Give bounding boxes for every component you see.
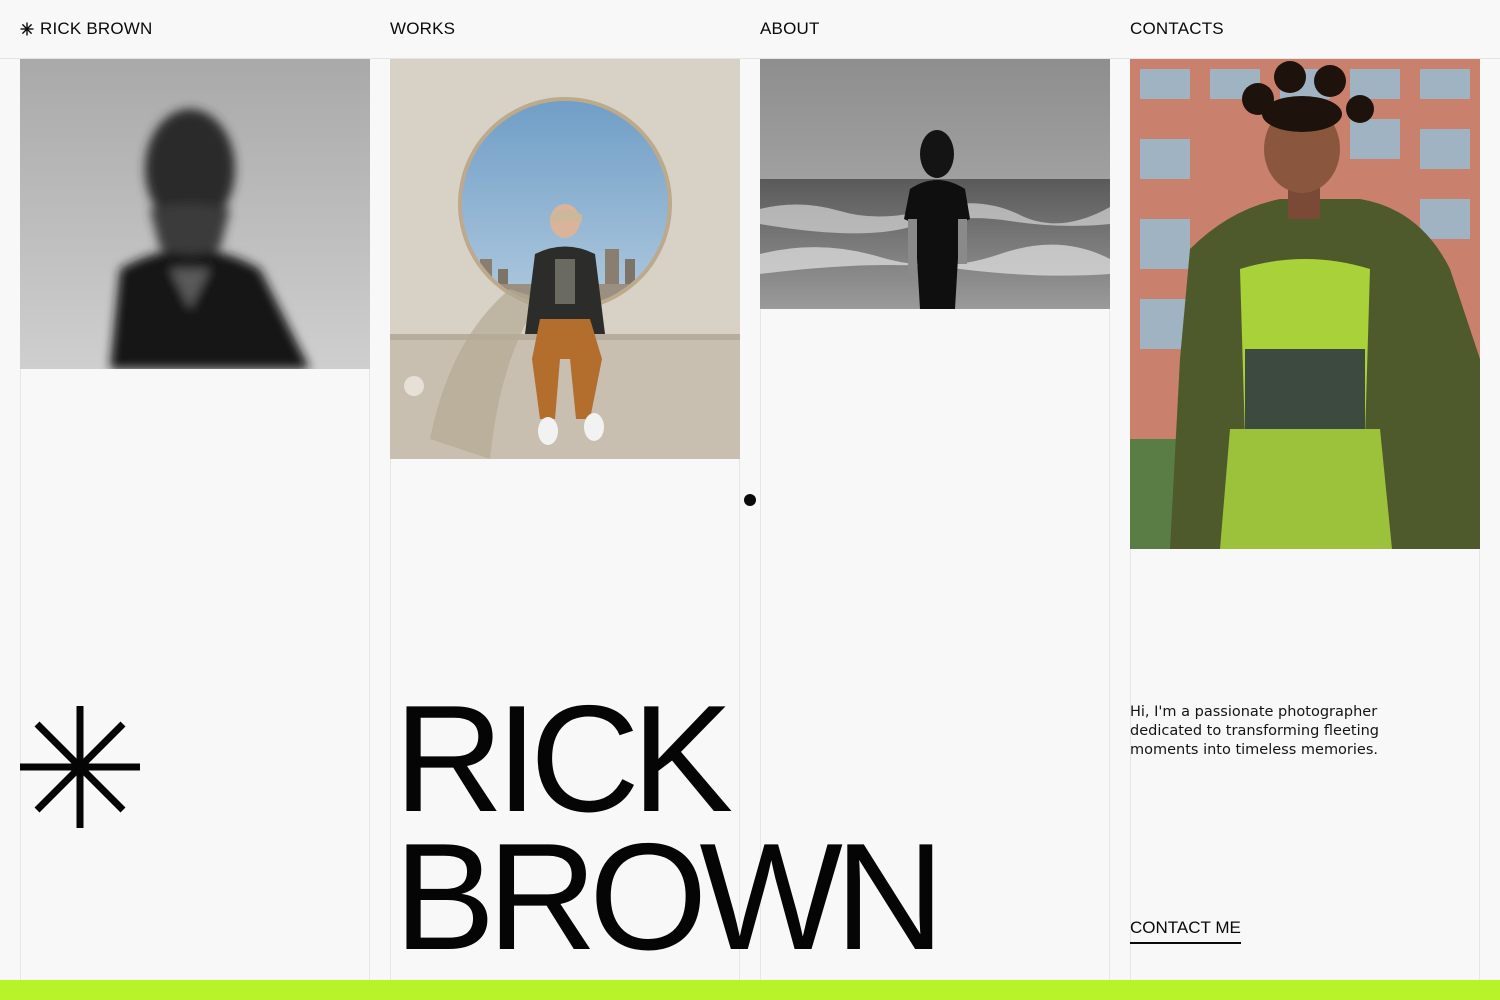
logo-text: RICK BROWN: [40, 19, 153, 38]
bio-text: Hi, I'm a passionate photographer dedica…: [1130, 704, 1379, 758]
photo-woman-sea[interactable]: [760, 59, 1110, 309]
asterisk-icon: [20, 706, 140, 828]
nav-works[interactable]: WORKS: [390, 19, 455, 39]
hero-title-line1: RICK: [394, 674, 733, 844]
site-header: RICK BROWN WORKS ABOUT CONTACTS: [0, 0, 1500, 59]
hero-title-line2: BROWN: [394, 812, 945, 982]
photo-image: [390, 59, 740, 459]
indicator-dot: [744, 494, 756, 506]
photo-image: [760, 59, 1110, 309]
photo-green-outfit[interactable]: [1130, 59, 1480, 549]
photo-circle-window[interactable]: [390, 59, 740, 459]
page: RICK BROWN WORKS ABOUT CONTACTS RICK BRO…: [0, 0, 1500, 1000]
hero-title: RICK BROWN: [394, 674, 945, 982]
photo-image: [1130, 59, 1480, 549]
photo-image: [20, 59, 370, 369]
logo-link[interactable]: RICK BROWN: [20, 19, 153, 39]
asterisk-icon: [20, 22, 34, 36]
nav-contacts[interactable]: CONTACTS: [1130, 19, 1224, 39]
photo-blurred-portrait[interactable]: [20, 59, 370, 369]
contact-me-button[interactable]: CONTACT ME: [1130, 918, 1241, 944]
nav-about[interactable]: ABOUT: [760, 19, 820, 39]
accent-bar: [0, 980, 1500, 1000]
